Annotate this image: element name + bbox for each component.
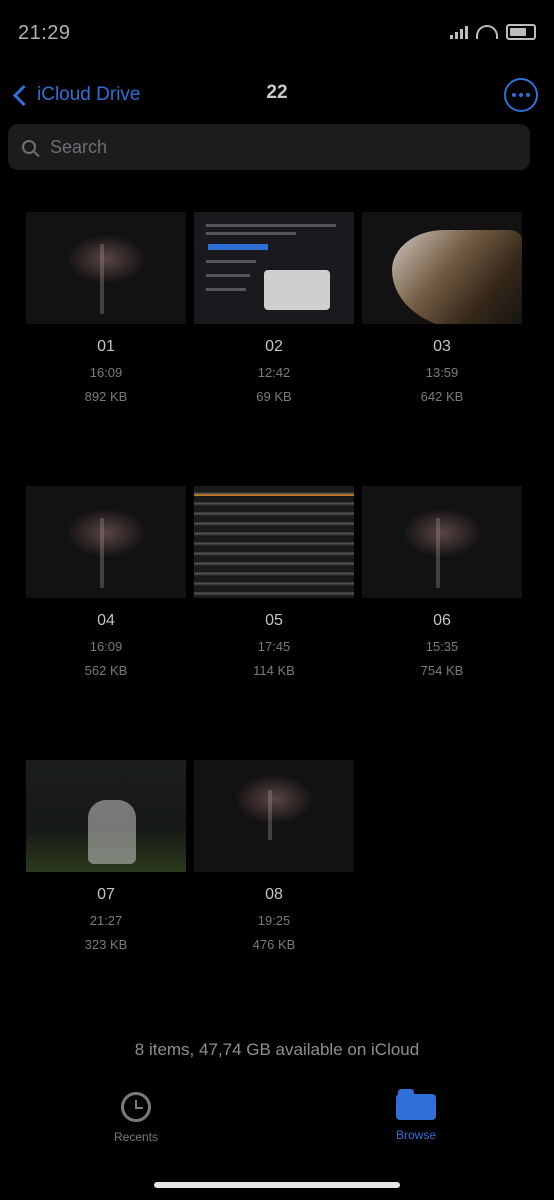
file-item[interactable]: 02 12:42 69 KB	[194, 212, 354, 486]
tab-browse[interactable]: Browse	[356, 1089, 476, 1142]
ellipsis-icon	[512, 93, 516, 97]
file-thumbnail	[362, 486, 522, 598]
more-options-button[interactable]	[504, 78, 538, 112]
file-size: 754 KB	[420, 663, 464, 678]
status-icons	[450, 24, 536, 40]
file-item[interactable]: 04 16:09 562 KB	[26, 486, 186, 760]
search-input[interactable]	[48, 135, 492, 159]
folder-icon	[396, 1089, 436, 1120]
file-time: 13:59	[425, 365, 459, 380]
file-time: 16:09	[89, 365, 123, 380]
file-name: 07	[97, 886, 115, 903]
navigation-bar: iCloud Drive 22	[0, 70, 554, 120]
file-size: 642 KB	[420, 389, 464, 404]
file-thumbnail	[194, 212, 354, 324]
battery-icon	[506, 24, 536, 40]
file-time: 16:09	[89, 639, 123, 654]
file-time: 19:25	[257, 913, 291, 928]
tab-browse-label: Browse	[395, 1128, 436, 1142]
file-name: 02	[265, 338, 283, 355]
home-indicator[interactable]	[154, 1182, 400, 1188]
file-thumbnail	[362, 212, 522, 324]
file-name: 01	[97, 338, 115, 355]
file-size: 892 KB	[84, 389, 128, 404]
file-item[interactable]: 01 16:09 892 KB	[26, 212, 186, 486]
search-bar[interactable]	[8, 124, 530, 170]
file-item[interactable]: 07 21:27 323 KB	[26, 760, 186, 1034]
file-item[interactable]: 08 19:25 476 KB	[194, 760, 354, 1034]
file-thumbnail	[26, 212, 186, 324]
file-thumbnail	[26, 760, 186, 872]
clock-icon	[121, 1092, 151, 1122]
file-time: 21:27	[89, 913, 123, 928]
file-item[interactable]: 03 13:59 642 KB	[362, 212, 522, 486]
file-time: 17:45	[257, 639, 291, 654]
status-time: 21:29	[18, 22, 71, 44]
status-bar: 21:29	[0, 0, 554, 70]
file-name: 06	[433, 612, 451, 629]
file-item[interactable]: 05 17:45 114 KB	[194, 486, 354, 760]
tab-bar: Recents Browse	[0, 1089, 554, 1162]
file-size: 476 KB	[252, 937, 296, 952]
storage-summary: 8 items, 47,74 GB available on iCloud	[134, 1040, 420, 1059]
tab-recents[interactable]: Recents	[76, 1092, 196, 1144]
file-name: 04	[97, 612, 115, 629]
file-time: 12:42	[257, 365, 291, 380]
file-size: 69 KB	[256, 389, 292, 404]
file-name: 05	[265, 612, 283, 629]
file-time: 15:35	[425, 639, 459, 654]
page-title: 22	[266, 82, 288, 103]
file-size: 114 KB	[253, 663, 295, 678]
file-thumbnail	[194, 486, 354, 598]
file-grid: 01 16:09 892 KB 02 12:42 69 KB 03 13:59 …	[26, 212, 526, 1034]
wifi-icon	[476, 25, 498, 39]
file-thumbnail	[194, 760, 354, 872]
tab-recents-label: Recents	[113, 1130, 159, 1144]
file-item[interactable]: 06 15:35 754 KB	[362, 486, 522, 760]
file-name: 08	[265, 886, 283, 903]
file-thumbnail	[26, 486, 186, 598]
signal-icon	[450, 25, 468, 39]
file-size: 562 KB	[84, 663, 128, 678]
file-name: 03	[433, 338, 451, 355]
file-size: 323 KB	[84, 937, 128, 952]
search-icon	[22, 140, 36, 154]
